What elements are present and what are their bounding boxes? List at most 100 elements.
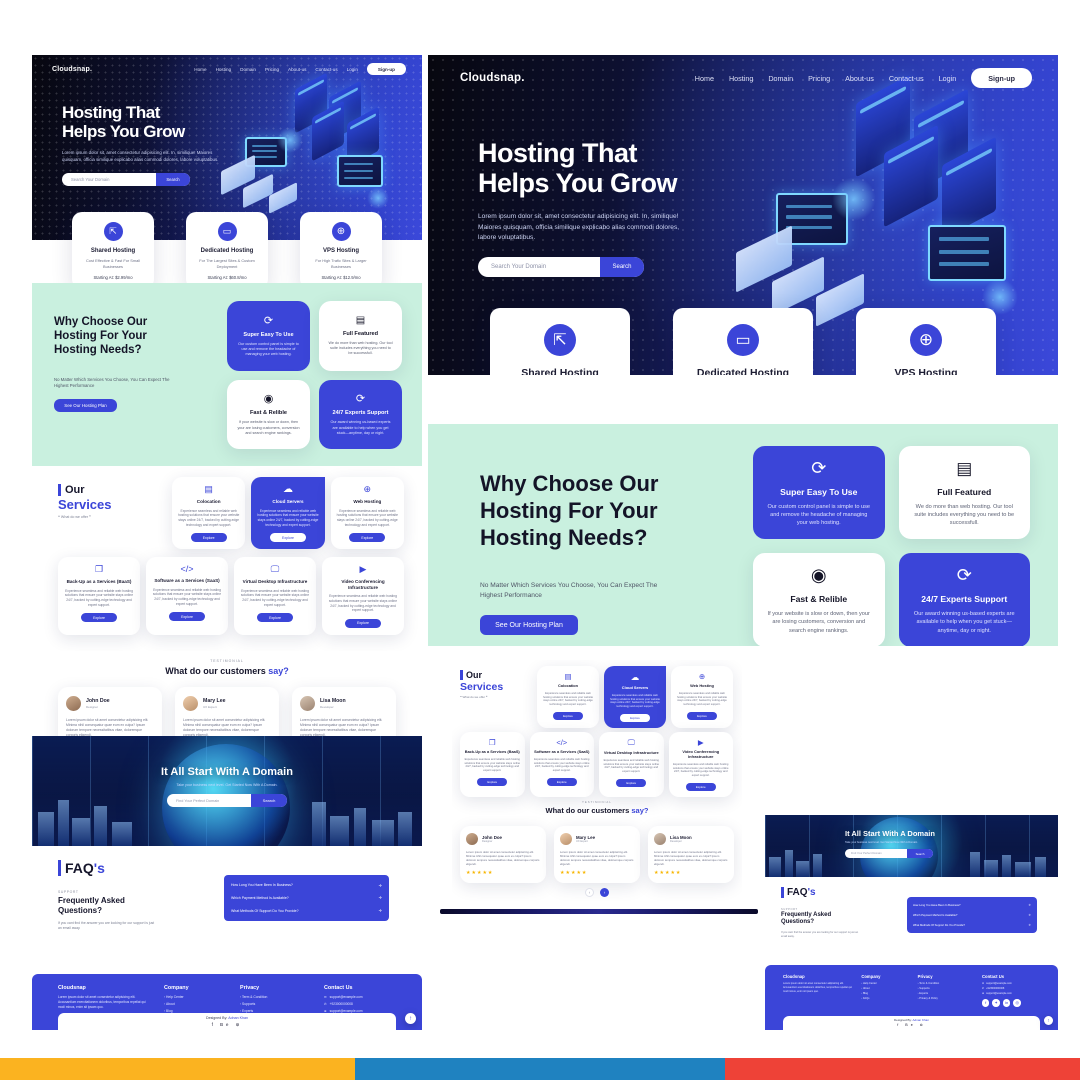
plan-card[interactable]: ⇱ Shared Hosting Cost Effective & Fast F… [72, 212, 154, 290]
see-hosting-plan-button[interactable]: See Our Hosting Plan [54, 398, 117, 412]
nav-link-contact[interactable]: Contact-us [889, 74, 924, 83]
service-card[interactable]: ▶ Video Conferencing Infrastructure Expe… [322, 557, 404, 635]
arrow-up-icon[interactable]: ↑ [405, 1013, 416, 1024]
service-card[interactable]: ▤ Colocation Experience seamless and rel… [172, 477, 246, 550]
nav-link-pricing[interactable]: Pricing [808, 74, 830, 83]
service-card[interactable]: 🖵 Virtual Desktop Infrastructure Experie… [599, 732, 664, 797]
footer-contact-item[interactable]: ⊕ support@example.com [982, 992, 1040, 995]
footer-link[interactable]: › Help Center [164, 995, 226, 999]
signup-button[interactable]: Sign-up [971, 68, 1032, 88]
explore-button[interactable]: Explore [270, 533, 306, 543]
feature-card[interactable]: ⟳ 24/7 Experts Support Our award winning… [319, 379, 402, 449]
feature-card[interactable]: ⟳ 24/7 Experts Support Our award winning… [898, 553, 1030, 646]
hero-search-button[interactable]: Search [156, 172, 190, 186]
footer-link[interactable]: › Help Center [861, 982, 909, 985]
nav-link-contact[interactable]: Contact-us [315, 67, 337, 72]
explore-button[interactable]: Explore [616, 779, 647, 787]
feature-card[interactable]: ◉ Fast & Relible If your website is slow… [753, 553, 885, 646]
nav-link-hosting[interactable]: Hosting [729, 74, 753, 83]
service-card[interactable]: 🖵 Virtual Desktop Infrastructure Experie… [234, 557, 316, 635]
explore-button[interactable]: Explore [257, 613, 293, 623]
explore-button[interactable]: Explore [620, 714, 650, 722]
hero-search[interactable]: Search Your Domain Search [62, 172, 190, 186]
nav-link-login[interactable]: Login [347, 67, 358, 72]
hero-search-input[interactable]: Search Your Domain [62, 177, 156, 182]
nav-link-about[interactable]: About-us [288, 67, 306, 72]
plan-card[interactable]: ⊕ VPS Hosting For High Trafic Sites & La… [856, 308, 996, 375]
feature-card[interactable]: ▤ Full Featured We do more than web host… [898, 446, 1030, 540]
nav-link-login[interactable]: Login [939, 74, 957, 83]
plus-icon[interactable]: ✛ [1028, 923, 1031, 927]
feature-card[interactable]: ⟳ Super Easy To Use Our custom control p… [753, 446, 885, 540]
service-card[interactable]: </> Software as a Services (SaaS) Experi… [529, 732, 594, 797]
explore-button[interactable]: Explore [553, 712, 583, 720]
plus-icon[interactable]: ✛ [379, 908, 382, 913]
testimonial-card[interactable]: Lisa Moon Developer Lorem ipsum dolor si… [648, 826, 734, 884]
footer-contact-item[interactable]: ✉ support@example.com [324, 995, 396, 999]
testimonial-card[interactable]: Mary Lee UX Expert Lorem ipsum dolor sit… [554, 826, 640, 884]
nav-link-home[interactable]: Home [695, 74, 714, 83]
pager-prev-button[interactable]: ‹ [585, 888, 594, 897]
faq-item[interactable]: What Methods Of Support Do You Provide? … [913, 923, 1031, 927]
plus-icon[interactable]: ✛ [379, 895, 382, 900]
nav-link-hosting[interactable]: Hosting [216, 67, 232, 72]
explore-button[interactable]: Explore [345, 618, 381, 628]
domain-search-input[interactable]: Find Your Perfect Domain [167, 794, 251, 807]
explore-button[interactable]: Explore [687, 712, 717, 720]
footer-contact-item[interactable]: ✆ +923000000008 [982, 987, 1040, 990]
footer-link[interactable]: › Privacy & Policy [918, 997, 974, 1000]
domain-search[interactable]: Find Your Perfect Domain Search [845, 849, 933, 858]
signup-button[interactable]: Sign-up [366, 63, 406, 75]
pager-next-button[interactable]: › [600, 888, 609, 897]
service-card[interactable]: ⊕ Web Hosting Experience seamless and re… [330, 477, 404, 550]
nav-link-domain[interactable]: Domain [768, 74, 793, 83]
footer-link[interactable]: › FAQs [861, 997, 909, 1000]
plan-card[interactable]: ⇱ Shared Hosting Cost Effective & Fast F… [490, 308, 630, 375]
plan-card[interactable]: ⊕ VPS Hosting For High Trafic Sites & La… [300, 212, 382, 290]
explore-button[interactable]: Explore [190, 533, 227, 543]
plus-icon[interactable]: ✛ [1028, 903, 1031, 907]
footer-link[interactable]: › Supports [240, 1002, 310, 1006]
explore-button[interactable]: Explore [685, 782, 716, 791]
testimonial-card[interactable]: John Doe Designer Lorem ipsum dolor sit … [460, 826, 546, 884]
hero-search-input[interactable]: Search Your Domain [478, 264, 600, 270]
footer-link[interactable]: › Term & Condition [918, 982, 974, 985]
service-card[interactable]: ☁ Cloud Servers Experience seamless and … [251, 477, 325, 550]
footer-link[interactable]: › Experts [918, 992, 974, 995]
explore-button[interactable]: Explore [169, 612, 205, 622]
service-card[interactable]: ❐ Back-Up as a Services (BaaS) Experienc… [58, 557, 140, 635]
hero-search-button[interactable]: Search [600, 257, 644, 278]
explore-button[interactable]: Explore [477, 778, 508, 786]
service-card[interactable]: ☁ Cloud Servers Experience seamless and … [604, 666, 666, 728]
nav-link-about[interactable]: About-us [845, 74, 874, 83]
feature-card[interactable]: ▤ Full Featured We do more than web host… [319, 301, 402, 371]
footer-link[interactable]: › About [164, 1002, 226, 1006]
feature-card[interactable]: ◉ Fast & Relible If your website is slow… [227, 379, 310, 449]
hero-search[interactable]: Search Your Domain Search [478, 257, 644, 278]
footer-contact-item[interactable]: ✉ support@example.com [982, 982, 1040, 985]
faq-item[interactable]: Which Payment Method Is Available? ✛ [913, 913, 1031, 917]
faq-item[interactable]: How Long You Have Been In Business? ✛ [231, 883, 382, 888]
footer-contact-item[interactable]: ✆ +923000000008 [324, 1002, 396, 1006]
service-card[interactable]: ⊕ Web Hosting Experience seamless and re… [671, 666, 733, 728]
nav-link-pricing[interactable]: Pricing [265, 67, 279, 72]
explore-button[interactable]: Explore [546, 778, 577, 786]
nav-link-home[interactable]: Home [194, 67, 206, 72]
domain-search-button[interactable]: Search [907, 849, 933, 858]
footer-link[interactable]: › Term & Condition [240, 995, 310, 999]
service-card[interactable]: ❐ Back-Up as a Services (BaaS) Experienc… [460, 732, 525, 797]
faq-item[interactable]: What Methods Of Support Do You Provide? … [231, 908, 382, 913]
explore-button[interactable]: Explore [81, 613, 117, 623]
nav-link-domain[interactable]: Domain [240, 67, 256, 72]
see-hosting-plan-button[interactable]: See Our Hosting Plan [480, 615, 578, 636]
plan-card[interactable]: ▭ Dedicated Hosting For The Largest Site… [673, 308, 813, 375]
arrow-up-icon[interactable]: ↑ [1044, 1016, 1053, 1025]
brand-logo[interactable]: Cloudsnap. [52, 66, 92, 73]
explore-button[interactable]: Explore [349, 533, 386, 543]
service-card[interactable]: ▤ Colocation Experience seamless and rel… [537, 666, 599, 728]
domain-search-button[interactable]: Search [251, 794, 287, 807]
plus-icon[interactable]: ✛ [1028, 913, 1031, 917]
brand-logo[interactable]: Cloudsnap. [460, 72, 525, 84]
domain-search-input[interactable]: Find Your Perfect Domain [845, 849, 907, 858]
footer-link[interactable]: › Supports [918, 987, 974, 990]
